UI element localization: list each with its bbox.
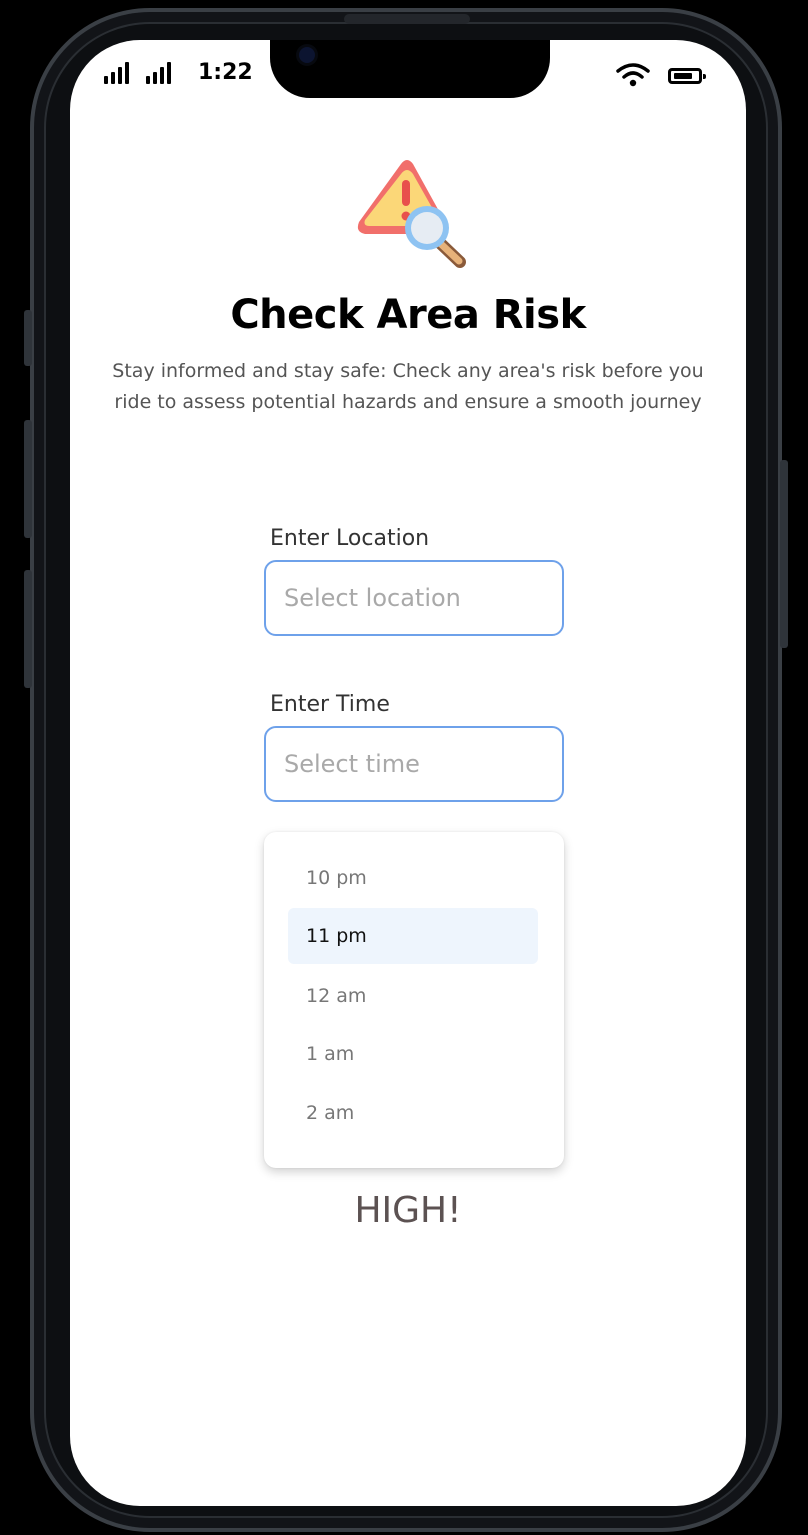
notch <box>270 40 550 98</box>
app-screen: 1:22 Check Area Risk Stay informed and s… <box>70 40 746 1506</box>
side-button-power <box>780 460 788 648</box>
time-option-selected[interactable]: 11 pm <box>288 908 538 964</box>
battery-icon <box>668 68 706 84</box>
camera-icon <box>299 47 315 63</box>
side-button-volume-down <box>24 570 32 688</box>
page-title: Check Area Risk <box>230 292 586 338</box>
side-button-volume-up <box>24 420 32 538</box>
time-option[interactable]: 12 am <box>288 968 538 1024</box>
status-time: 1:22 <box>198 60 253 85</box>
side-button-silent <box>24 310 32 366</box>
warning-search-icon <box>357 160 466 268</box>
location-label: Enter Location <box>270 526 430 551</box>
page-subtitle: Stay informed and stay safe: Check any a… <box>112 360 704 413</box>
time-option[interactable]: 1 am <box>288 1026 538 1082</box>
time-option[interactable]: 2 am <box>288 1085 538 1141</box>
time-label: Enter Time <box>270 692 390 717</box>
time-option[interactable]: 10 pm <box>288 850 538 906</box>
location-input[interactable]: Select location <box>264 560 564 636</box>
time-input[interactable]: Select time <box>264 726 564 802</box>
signal-icon <box>146 62 171 84</box>
speaker-grille <box>344 14 470 24</box>
signal-icon <box>104 62 129 84</box>
risk-result: HIGH! <box>354 1190 462 1231</box>
time-dropdown: 10 pm 11 pm 12 am 1 am 2 am <box>264 832 564 1168</box>
wifi-icon <box>616 63 650 87</box>
